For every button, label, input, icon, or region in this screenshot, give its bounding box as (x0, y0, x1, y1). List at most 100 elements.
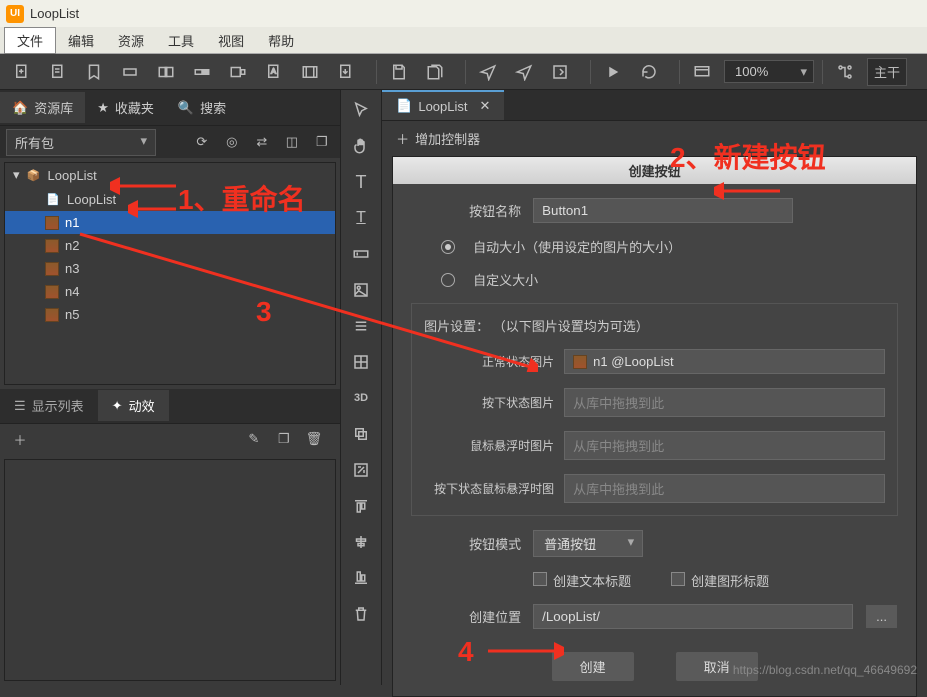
menu-file[interactable]: 文件 (4, 27, 56, 54)
create-button-dialog: 创建按钮 按钮名称 自动大小（使用设定的图片的大小） 自定义大小 图片设置： （… (392, 156, 917, 697)
button-name-input[interactable] (533, 198, 793, 223)
save-icon[interactable] (385, 58, 413, 86)
tab-library[interactable]: 🏠 资源库 (0, 92, 85, 123)
trash-tool-icon[interactable] (345, 598, 377, 630)
close-icon[interactable]: ✕ (480, 98, 491, 114)
pointer-tool-icon[interactable] (345, 94, 377, 126)
create-button[interactable]: 创建 (551, 651, 635, 682)
tab-favorites[interactable]: ★ 收藏夹 (85, 92, 166, 123)
chk-graphic-title[interactable] (671, 572, 685, 586)
star-icon: ★ (97, 100, 109, 116)
btab-list-label: 显示列表 (32, 396, 84, 415)
send-icon[interactable] (474, 58, 502, 86)
group-tool-icon[interactable] (345, 418, 377, 450)
export-icon[interactable] (546, 58, 574, 86)
text-icon[interactable]: A (260, 58, 288, 86)
align-bottom-icon[interactable] (345, 562, 377, 594)
target-icon[interactable]: ◎ (220, 130, 244, 154)
menu-resource[interactable]: 资源 (106, 28, 156, 53)
tree-item-n5[interactable]: n5 (5, 303, 335, 326)
input-tool-icon[interactable] (345, 238, 377, 270)
mode-dropdown[interactable]: 普通按钮 (533, 530, 643, 557)
split-icon[interactable]: ◫ (280, 130, 304, 154)
movie-icon[interactable] (296, 58, 324, 86)
download-icon[interactable] (332, 58, 360, 86)
text-tool-icon[interactable]: T (345, 166, 377, 198)
image-settings-header: 图片设置： （以下图片设置均为可选） (424, 316, 885, 335)
refresh-icon[interactable] (635, 58, 663, 86)
sprite-icon (45, 216, 59, 230)
hand-tool-icon[interactable] (345, 130, 377, 162)
left-panel: 🏠 资源库 ★ 收藏夹 🔍 搜索 所有包 ⟳ ◎ ⇄ ◫ ❐ ▾ 📦 (0, 90, 340, 685)
refresh-pkg-icon[interactable]: ⟳ (190, 130, 214, 154)
slider-icon[interactable] (188, 58, 216, 86)
window-icon[interactable] (116, 58, 144, 86)
tree-doc[interactable]: 📄 LoopList (5, 187, 335, 211)
doc-icon[interactable] (44, 58, 72, 86)
pos-input[interactable] (533, 604, 853, 629)
tab-search[interactable]: 🔍 搜索 (166, 92, 238, 123)
zoom-dropdown[interactable]: 100% (724, 60, 814, 83)
home-icon: 🏠 (12, 100, 28, 116)
svg-text:A: A (271, 66, 276, 75)
tree-item-label: n4 (65, 284, 79, 299)
bookmark-icon[interactable] (80, 58, 108, 86)
resource-tree: ▾ 📦 LoopList 📄 LoopList n1 n2 n3 (4, 162, 336, 385)
radio-auto-label: 自动大小（使用设定的图片的大小） (473, 237, 681, 256)
tree-item-n4[interactable]: n4 (5, 280, 335, 303)
add-icon[interactable]: ＋ (8, 427, 32, 451)
package-dropdown[interactable]: 所有包 (6, 129, 156, 156)
align-center-icon[interactable] (345, 526, 377, 558)
device-icon[interactable] (224, 58, 252, 86)
swap-icon[interactable]: ⇄ (250, 130, 274, 154)
package-icon: 📦 (26, 167, 42, 183)
app-title: LoopList (30, 6, 79, 21)
layers-icon[interactable] (152, 58, 180, 86)
tree-root[interactable]: ▾ 📦 LoopList (5, 163, 335, 187)
title-bar: UI LoopList (0, 0, 927, 27)
delete-icon[interactable]: 🗑 (302, 427, 326, 451)
menu-edit[interactable]: 编辑 (56, 28, 106, 53)
tree-item-label: n3 (65, 261, 79, 276)
menu-help[interactable]: 帮助 (256, 28, 306, 53)
mode-label: 按钮模式 (411, 534, 521, 553)
duplicate-icon[interactable]: ❐ (272, 427, 296, 451)
downhover-img-field[interactable]: 从库中拖拽到此 (564, 474, 885, 503)
tree-item-n3[interactable]: n3 (5, 257, 335, 280)
grid-tool-icon[interactable] (345, 346, 377, 378)
menu-tool[interactable]: 工具 (156, 28, 206, 53)
btab-anim[interactable]: ✦ 动效 (98, 390, 169, 421)
richtext-tool-icon[interactable]: T̲ (345, 202, 377, 234)
resize-tool-icon[interactable] (345, 454, 377, 486)
chk-text-title[interactable] (533, 572, 547, 586)
chk-text-label: 创建文本标题 (553, 574, 631, 589)
add-controller-button[interactable]: ＋ 增加控制器 (382, 121, 927, 156)
radio-auto-size[interactable] (441, 240, 455, 254)
edit-icon[interactable]: ✎ (242, 427, 266, 451)
tree-item-n2[interactable]: n2 (5, 234, 335, 257)
list-tool-icon[interactable] (345, 310, 377, 342)
hover-img-field[interactable]: 从库中拖拽到此 (564, 431, 885, 460)
tree-item-n1[interactable]: n1 (5, 211, 335, 234)
screen-icon[interactable] (688, 58, 716, 86)
send2-icon[interactable] (510, 58, 538, 86)
save-all-icon[interactable] (421, 58, 449, 86)
image-tool-icon[interactable] (345, 274, 377, 306)
tree-item-label: n2 (65, 238, 79, 253)
doc-tab-looplist[interactable]: 📄 LoopList ✕ (382, 90, 504, 120)
3d-tool-icon[interactable]: 3D (345, 382, 377, 414)
menu-view[interactable]: 视图 (206, 28, 256, 53)
tree-icon[interactable] (831, 58, 859, 86)
browse-button[interactable]: ... (865, 604, 898, 629)
image-settings-group: 图片设置： （以下图片设置均为可选） 正常状态图片 n1 @LoopList 按… (411, 303, 898, 516)
plus-icon: ＋ (396, 129, 409, 148)
new-file-icon[interactable] (8, 58, 36, 86)
btab-list[interactable]: ☰ 显示列表 (0, 390, 98, 421)
main-label[interactable]: 主干 (867, 58, 907, 86)
down-img-field[interactable]: 从库中拖拽到此 (564, 388, 885, 417)
copy-icon[interactable]: ❐ (310, 130, 334, 154)
normal-img-field[interactable]: n1 @LoopList (564, 349, 885, 374)
play-icon[interactable] (599, 58, 627, 86)
radio-custom-size[interactable] (441, 273, 455, 287)
align-top-icon[interactable] (345, 490, 377, 522)
